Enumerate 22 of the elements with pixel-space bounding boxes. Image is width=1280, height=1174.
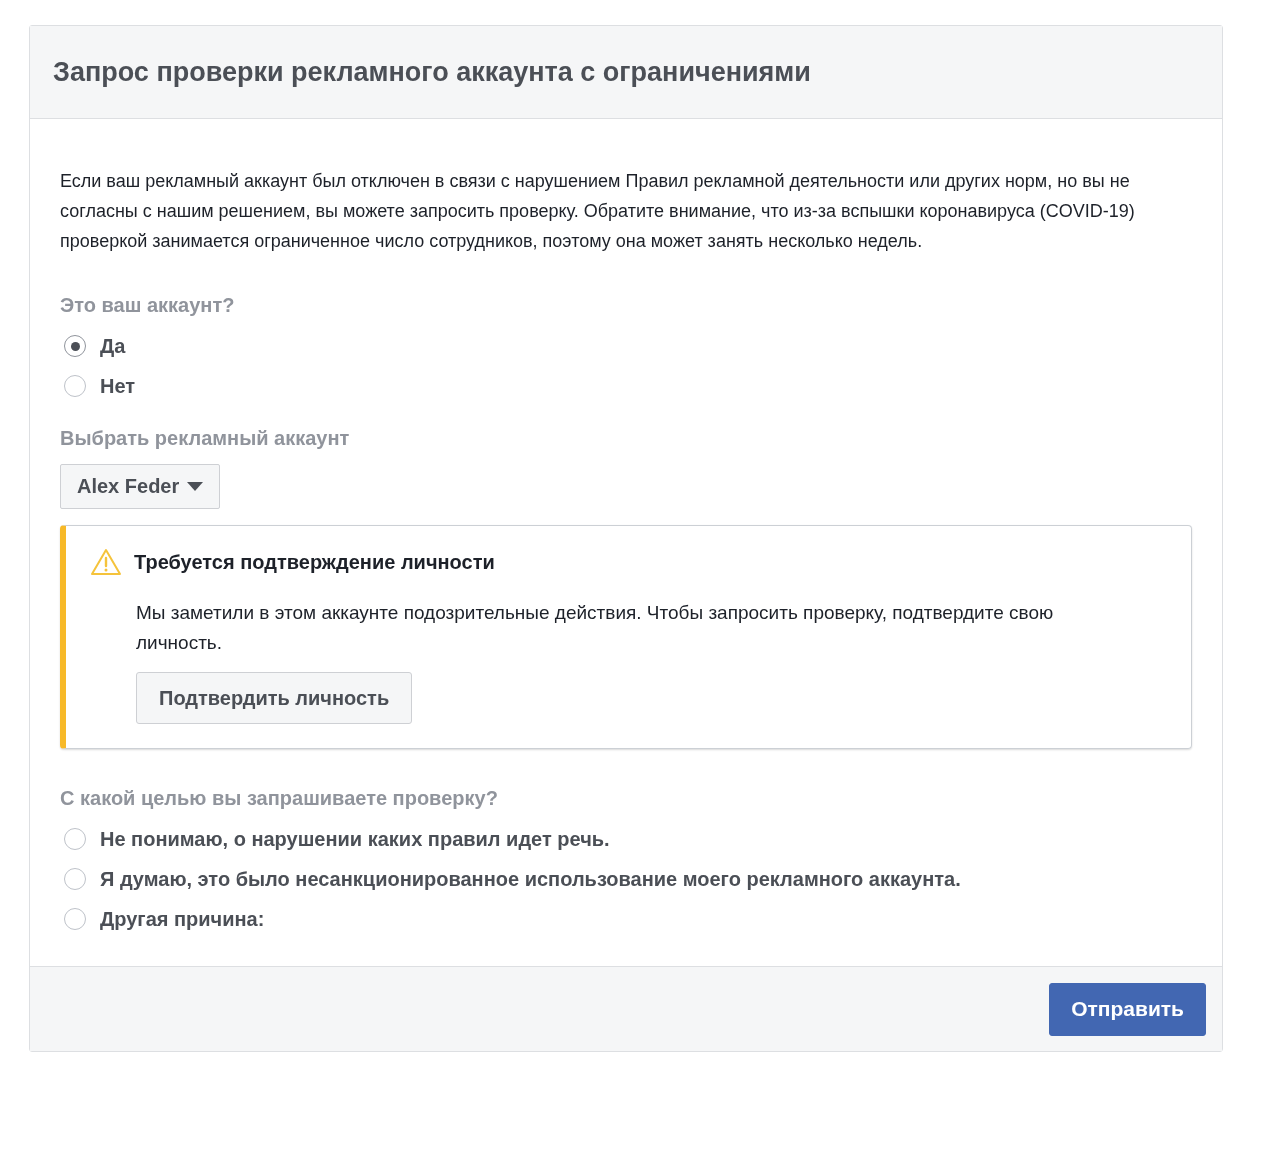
- radio-label[interactable]: Да: [100, 333, 126, 359]
- warning-text: Мы заметили в этом аккаунте подозрительные действия. Чтобы запросить проверку, подтвердите свою личность.: [136, 601, 1055, 655]
- radio-button[interactable]: [64, 868, 86, 890]
- verify-identity-button[interactable]: Подтвердить личность: [136, 672, 413, 724]
- account-dropdown[interactable]: Alex Feder: [60, 464, 221, 509]
- dialog-title: Запрос проверки рекламного аккаунта с ограничениями: [53, 56, 811, 88]
- question-label: С какой целью вы запрашиваете проверку?: [60, 787, 499, 810]
- warning-title: Требуется подтверждение личности: [134, 550, 495, 574]
- question-label: Это ваш аккаунт?: [60, 294, 236, 317]
- radio-label[interactable]: Я думаю, это было несанкционированное использование моего рекламного аккаунта.: [100, 866, 961, 892]
- warning-icon: [90, 548, 122, 576]
- radio-label[interactable]: Нет: [100, 373, 136, 399]
- caret-icon: [187, 482, 204, 491]
- radio-label[interactable]: Другая причина:: [100, 906, 265, 932]
- radio-button[interactable]: [64, 828, 86, 850]
- intro-paragraph: Если ваш рекламный аккаунт был отключен в связи с нарушением Правил рекламной деятельности или других норм, но вы не согласны с нашим решением, вы можете запросить проверку. Обратите внимание, что из-за вспышки коронавируса (COVID-19) проверкой занимается ограниченное число сотрудников, поэтому она может занять несколько недель.: [60, 170, 1136, 253]
- radio-button[interactable]: [64, 335, 86, 357]
- radio-button[interactable]: [64, 908, 86, 930]
- radio-label[interactable]: Не понимаю, о нарушении каких правил идет речь.: [100, 826, 610, 852]
- select-label: Выбрать рекламный аккаунт: [60, 427, 351, 450]
- radio-button[interactable]: [64, 375, 86, 397]
- submit-button[interactable]: Отправить: [1049, 982, 1206, 1036]
